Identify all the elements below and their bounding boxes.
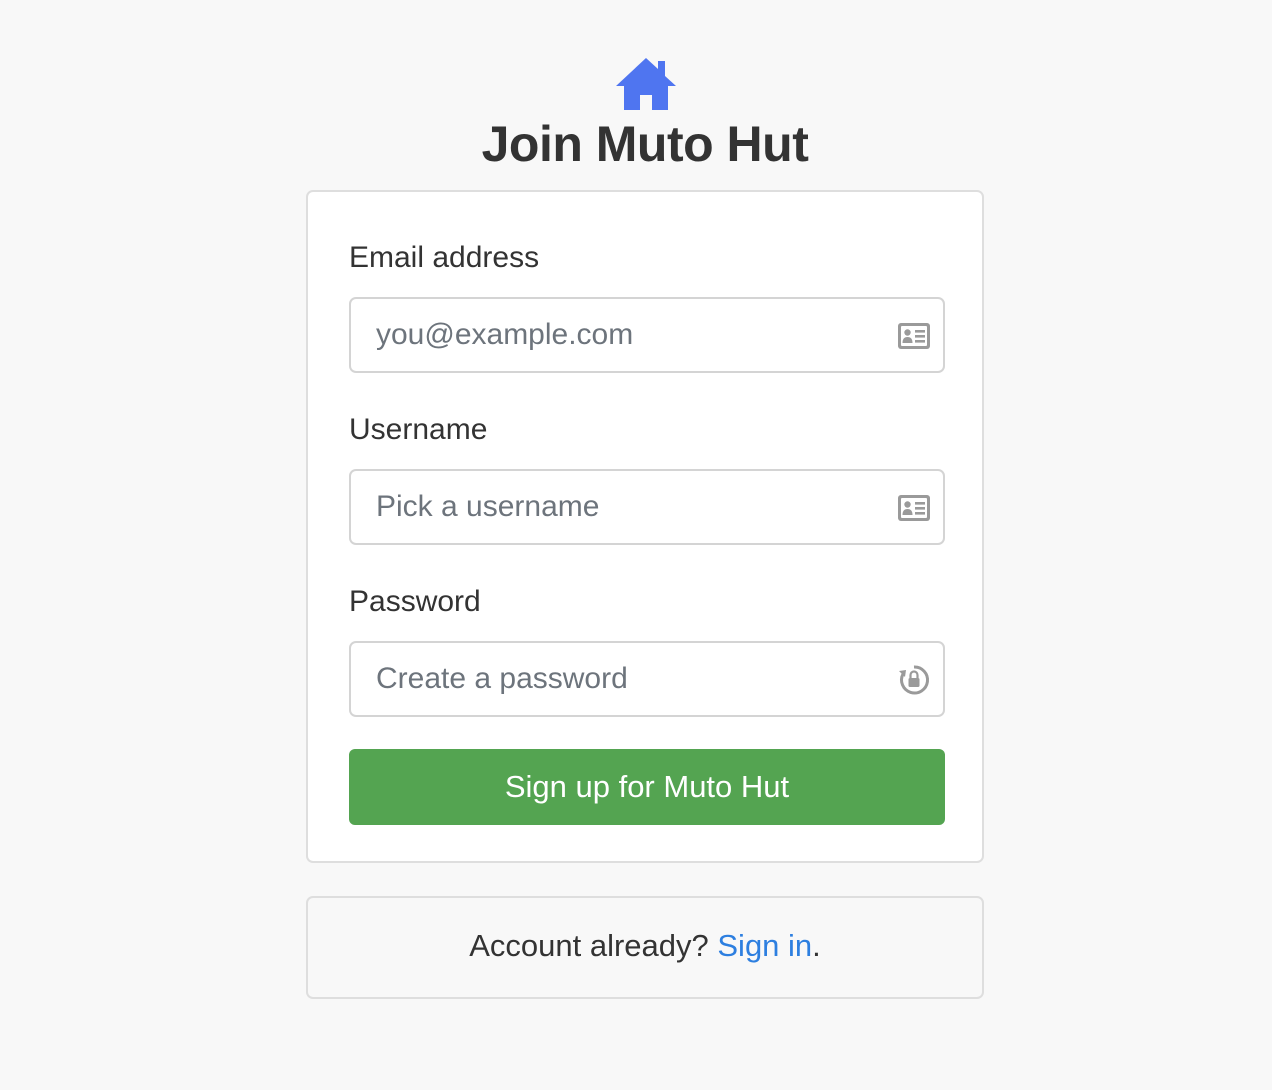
password-field-wrapper [349,641,945,717]
id-card-icon [898,323,930,349]
sign-in-suffix: . [812,928,821,963]
sign-in-prompt: Account already? Sign in. [306,896,984,999]
signup-page: Join Muto Hut Email address Username [0,0,1272,1090]
username-field-wrapper [349,469,945,545]
house-icon [616,58,676,110]
username-field[interactable] [351,471,943,543]
signup-form: Email address Username [306,190,984,863]
sign-up-button[interactable]: Sign up for Muto Hut [349,749,945,825]
sign-in-prompt-text: Account already? [469,928,709,963]
email-field-wrapper [349,297,945,373]
page-title: Join Muto Hut [481,116,809,172]
username-label: Username [349,413,488,446]
sign-in-link[interactable]: Sign in [717,928,812,963]
email-label: Email address [349,241,540,274]
lock-refresh-icon [899,665,930,695]
id-card-icon [898,495,930,521]
password-label: Password [349,585,481,618]
password-field[interactable] [351,643,943,715]
email-field[interactable] [351,299,943,371]
